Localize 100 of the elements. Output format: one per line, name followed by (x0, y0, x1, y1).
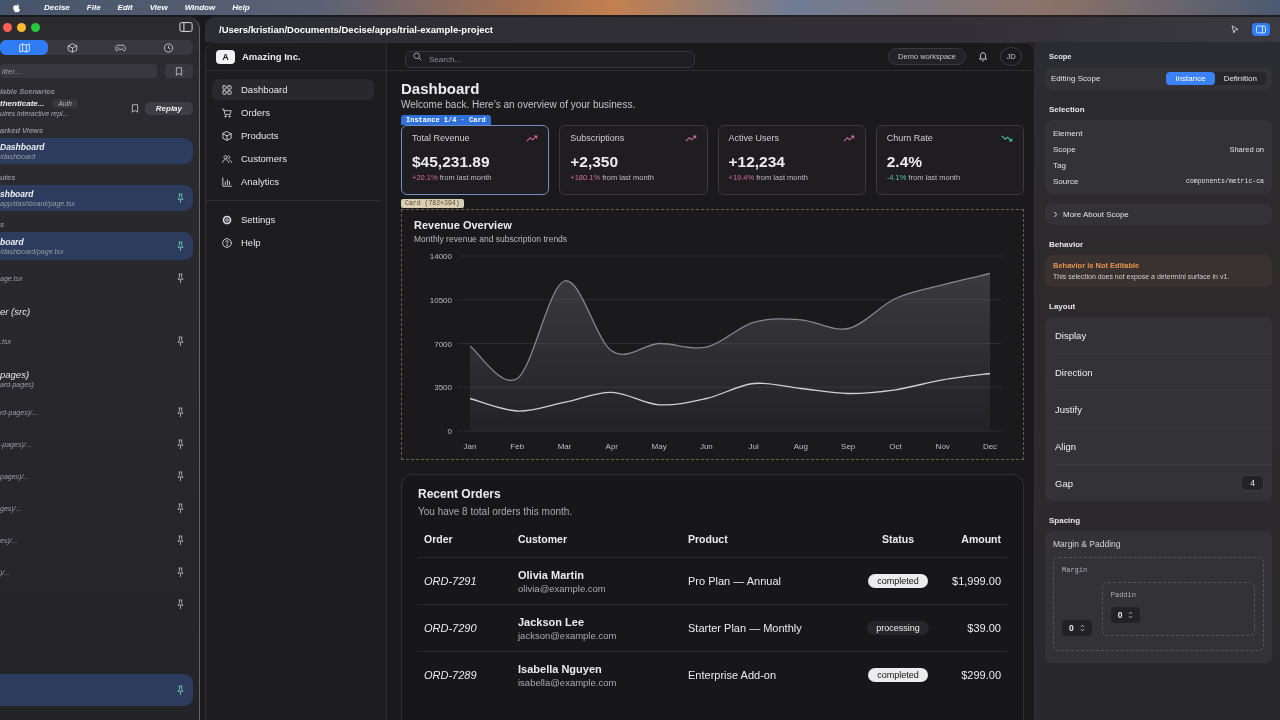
nav-item[interactable]: Orders (212, 102, 374, 123)
users-icon (222, 153, 232, 164)
scenario-title: thenticate... (0, 99, 45, 108)
menu-item[interactable]: View (149, 3, 168, 12)
logo-badge: A (216, 49, 235, 64)
customer-name: Jackson Lee (518, 615, 585, 628)
column-header: Order (423, 533, 454, 545)
pin-icon[interactable] (176, 598, 185, 610)
search-field[interactable]: Search... (405, 51, 695, 68)
window-zoom-icon[interactable] (31, 22, 40, 32)
column-header: Customer (518, 533, 568, 545)
trend-up-icon (842, 134, 855, 142)
section-heading: Spacing (1049, 516, 1082, 525)
property-label: Tag (1053, 160, 1066, 170)
company-name: Amazing Inc. (242, 51, 301, 62)
pin-icon[interactable] (176, 534, 185, 546)
column-header: Amount (960, 533, 1002, 545)
section-heading: Behavior (1049, 240, 1085, 249)
menu-item[interactable]: Window (184, 3, 216, 12)
cube-icon (66, 42, 78, 53)
axis-label: Nov (935, 442, 950, 451)
pin-icon[interactable] (176, 335, 185, 347)
filter-field[interactable]: ilter... (0, 64, 157, 78)
sidebar-toggle-icon[interactable] (179, 22, 193, 32)
menu-item[interactable]: Edit (117, 3, 133, 12)
property-label: Justify (1055, 403, 1082, 415)
pin-icon[interactable] (176, 240, 185, 252)
value-field[interactable]: 4 (1241, 475, 1264, 491)
property-label: Display (1055, 329, 1087, 341)
axis-label: 7000 (434, 339, 452, 349)
bookmark-icon (175, 66, 183, 76)
pin-icon[interactable] (176, 192, 185, 204)
axis-label: May (651, 442, 667, 451)
chevron-icon (1053, 211, 1058, 218)
status-badge: processing (867, 621, 929, 635)
replay-button[interactable]: Replay (144, 101, 193, 115)
trend-up-icon (684, 134, 697, 142)
disclosure-button[interactable]: More About Scope (1045, 204, 1272, 225)
property-label: Source (1053, 176, 1079, 186)
tree-folder[interactable]: er (src) (0, 296, 193, 323)
axis-label: Sep (841, 442, 856, 451)
customer-name: Olivia Martin (518, 568, 585, 581)
bell-icon[interactable] (978, 51, 988, 62)
toolbar-button[interactable] (1252, 23, 1270, 36)
metric-value: 2.4% (886, 153, 923, 171)
pin-icon[interactable] (176, 272, 185, 284)
apple-icon[interactable] (12, 2, 21, 13)
cursor-icon (1230, 25, 1240, 34)
column-header: Product (688, 533, 729, 545)
number-stepper[interactable]: 0 (1110, 607, 1141, 623)
column-header: Status (880, 533, 916, 545)
pin-icon[interactable] (176, 684, 185, 696)
axis-label: Oct (889, 442, 902, 451)
bookmark-icon[interactable] (130, 103, 139, 113)
nav-item[interactable]: Settings (212, 209, 374, 230)
property-label: Direction (1055, 366, 1093, 378)
axis-label: Jun (699, 442, 713, 451)
pin-icon[interactable] (176, 470, 185, 482)
axis-label: Apr (605, 442, 619, 451)
status-badge: completed (868, 668, 928, 682)
property-label: Scope (1053, 144, 1076, 154)
nav-item[interactable]: Products (212, 125, 374, 146)
trend-down-icon (1001, 134, 1013, 142)
pin-icon[interactable] (176, 566, 185, 578)
number-stepper[interactable]: 0 (1062, 620, 1092, 636)
axis-label: Aug (793, 442, 809, 451)
gamepad-icon (115, 42, 127, 53)
metric-title: Total Revenue (412, 133, 470, 143)
segment-option[interactable]: Definition (1214, 72, 1266, 85)
order-id: ORD-7289 (423, 669, 478, 681)
pin-icon[interactable] (176, 406, 185, 418)
window-close-icon[interactable] (3, 22, 12, 32)
grid-icon (222, 84, 232, 95)
map-icon (18, 42, 30, 53)
nav-item[interactable]: Customers (212, 148, 374, 169)
view-tab[interactable] (0, 40, 49, 55)
panel-icon (1256, 25, 1266, 34)
product-name: Enterprise Add-on (688, 669, 778, 681)
pin-icon[interactable] (176, 438, 185, 450)
product-name: Starter Plan — Monthly (688, 622, 803, 634)
nav-item[interactable]: Analytics (212, 171, 374, 192)
axis-label: 14000 (429, 252, 452, 261)
nav-item[interactable]: Help (212, 232, 374, 253)
pin-icon[interactable] (176, 502, 185, 514)
axis-label: Feb (510, 442, 525, 451)
customer-name: Isabella Nguyen (518, 662, 602, 675)
nav-item[interactable]: Dashboard (212, 79, 374, 100)
window-minimize-icon[interactable] (17, 22, 26, 32)
axis-label: Dec (982, 442, 998, 451)
bookmark-button[interactable] (165, 64, 193, 78)
menu-item[interactable]: Help (232, 3, 250, 12)
menu-item[interactable]: File (86, 3, 101, 12)
segment-option[interactable]: Instance (1166, 72, 1215, 85)
order-amount: $1,999.00 (951, 575, 1002, 587)
page-title: Dashboard (401, 80, 480, 98)
app-menu[interactable]: Decise (44, 3, 70, 12)
axis-label: Jul (748, 442, 759, 451)
card-subtitle: Monthly revenue and subscription trends (414, 234, 568, 244)
field-label: Editing Scope (1051, 74, 1101, 83)
order-id: ORD-7290 (423, 622, 478, 634)
